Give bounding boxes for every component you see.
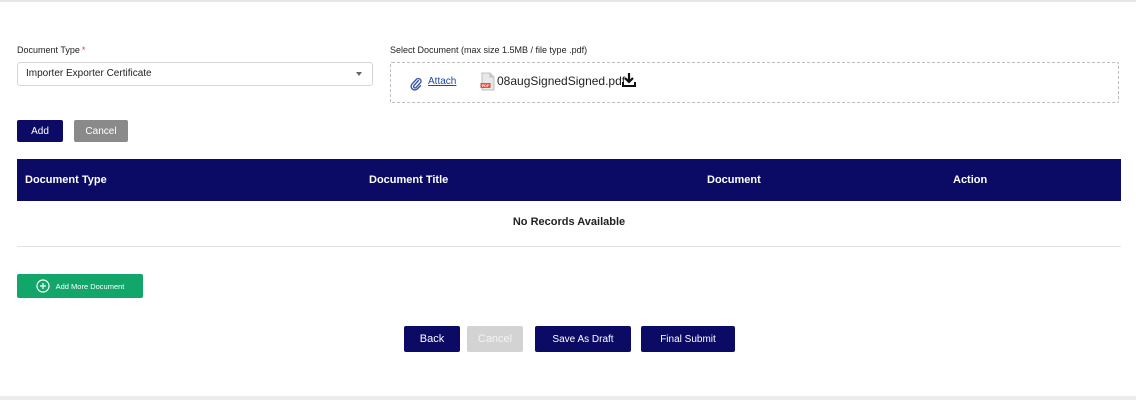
final-submit-button[interactable]: Final Submit [641,326,735,352]
column-document-title: Document Title [369,174,449,186]
document-type-label: Document Type * [17,45,86,55]
document-upload-box[interactable]: Attach PDF 08augSignedSigned.pdf [390,62,1119,103]
documents-table-header: Document Type Document Title Document Ac… [17,159,1121,201]
add-button[interactable]: Add [17,120,63,142]
add-more-document-button[interactable]: Add More Document [17,274,143,298]
column-document: Document [707,174,761,186]
paperclip-icon [410,77,422,91]
bottom-divider [0,396,1136,400]
add-more-document-label: Add More Document [55,281,125,291]
cancel-button[interactable]: Cancel [74,120,128,142]
empty-table-message: No Records Available [512,216,626,228]
table-bottom-divider [17,246,1121,247]
download-icon[interactable] [621,72,637,88]
plus-circle-icon [35,279,50,293]
pdf-file-icon: PDF [480,72,495,91]
document-type-value: Importer Exporter Certificate [26,68,152,79]
column-document-type: Document Type [25,174,107,186]
select-document-label: Select Document (max size 1.5MB / file t… [390,45,588,55]
chevron-down-icon [356,72,362,76]
cancel-disabled-button[interactable]: Cancel [467,326,523,352]
top-divider [0,0,1136,2]
attach-link[interactable]: Attach [428,76,456,87]
column-action: Action [953,174,988,186]
required-asterisk: * [81,45,86,55]
attached-file-name: 08augSignedSigned.pdf [497,74,626,88]
save-as-draft-button[interactable]: Save As Draft [535,326,631,352]
back-button[interactable]: Back [404,326,460,352]
document-type-select[interactable]: Importer Exporter Certificate [17,62,373,86]
svg-text:PDF: PDF [482,84,490,88]
